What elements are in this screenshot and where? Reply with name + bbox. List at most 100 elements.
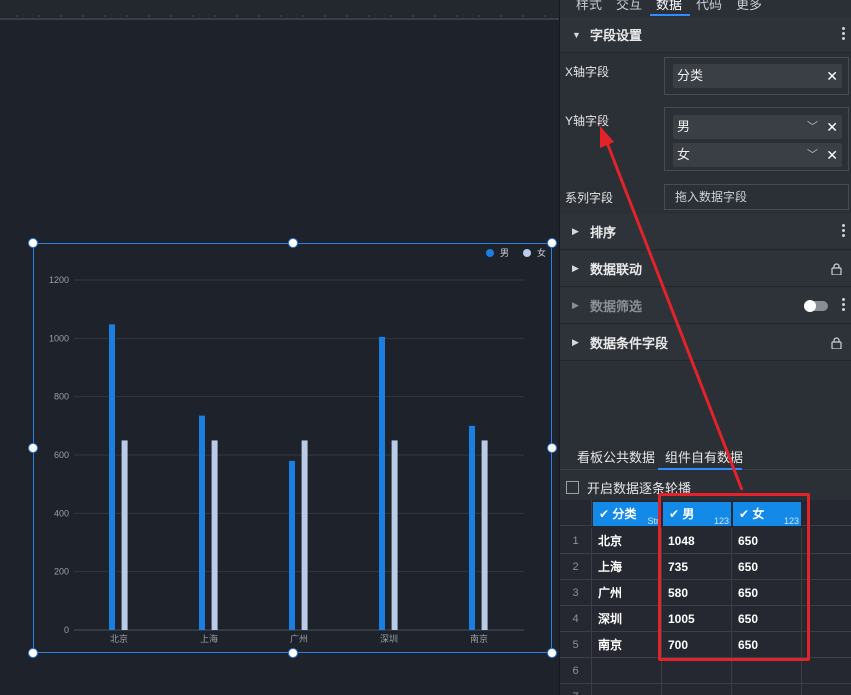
highlight-box bbox=[658, 493, 810, 661]
legend-label: 男 bbox=[500, 248, 509, 258]
y-field-value: 男 bbox=[677, 119, 691, 134]
panel-tabs: 样式 交互 数据 代码 更多 bbox=[560, 0, 851, 17]
caret-down-icon: ▼ bbox=[572, 29, 581, 40]
resize-handle-top[interactable] bbox=[288, 238, 298, 248]
table-cell[interactable]: 广州 bbox=[592, 580, 662, 606]
table-corner bbox=[560, 500, 592, 526]
more-options-icon[interactable] bbox=[842, 27, 846, 43]
table-cell[interactable] bbox=[732, 684, 802, 695]
x-axis-field-tag[interactable]: 分类 ✕ bbox=[673, 64, 842, 88]
y-axis-field-tag-male[interactable]: 男 ﹀ ✕ bbox=[673, 115, 842, 139]
resize-handle-top-right[interactable] bbox=[547, 238, 557, 248]
table-cell[interactable] bbox=[802, 684, 851, 695]
row-number: 6 bbox=[560, 658, 592, 684]
caret-right-icon: ▶ bbox=[572, 300, 579, 310]
x-axis-field-label: X轴字段 bbox=[565, 65, 610, 79]
section-title: 字段设置 bbox=[590, 28, 643, 43]
section-title: 排序 bbox=[590, 225, 617, 240]
lock-icon bbox=[831, 337, 842, 349]
header-name: 分类 bbox=[612, 507, 637, 521]
resize-handle-bottom-left[interactable] bbox=[28, 648, 38, 658]
bar-chart-component[interactable]: 0 200 400 600 800 1000 1200 北京 上海 广州 深圳 南京 男 女 bbox=[33, 243, 552, 653]
bar-female bbox=[301, 440, 308, 630]
more-options-icon[interactable] bbox=[842, 298, 846, 314]
resize-handle-bottom[interactable] bbox=[288, 648, 298, 658]
resize-handle-left[interactable] bbox=[28, 443, 38, 453]
bar-male bbox=[289, 460, 295, 630]
table-cell[interactable] bbox=[732, 658, 802, 684]
caret-right-icon: ▶ bbox=[572, 226, 579, 236]
tab-board-public-data[interactable]: 看板公共数据 bbox=[577, 447, 655, 466]
table-cell[interactable] bbox=[662, 658, 732, 684]
tab-interaction[interactable]: 交互 bbox=[616, 0, 642, 13]
table-cell[interactable] bbox=[662, 684, 732, 695]
section-data-linkage[interactable]: ▶ 数据联动 bbox=[560, 251, 851, 287]
table-cell[interactable]: 南京 bbox=[592, 632, 662, 658]
chevron-down-icon[interactable]: ﹀ bbox=[807, 115, 818, 139]
section-data-filter[interactable]: ▶ 数据筛选 bbox=[560, 288, 851, 324]
tab-data[interactable]: 数据 bbox=[656, 0, 682, 13]
series-field-dropzone[interactable]: 拖入数据字段 bbox=[664, 184, 849, 210]
active-tab-indicator bbox=[650, 14, 690, 16]
resize-handle-right[interactable] bbox=[547, 443, 557, 453]
y-tick-label: 1200 bbox=[49, 275, 69, 285]
data-filter-toggle[interactable] bbox=[804, 300, 828, 312]
table-cell[interactable]: 上海 bbox=[592, 554, 662, 580]
more-options-icon[interactable] bbox=[842, 224, 846, 240]
active-subtab-indicator bbox=[658, 468, 742, 470]
y-tick-label: 200 bbox=[54, 567, 69, 577]
table-cell[interactable] bbox=[802, 658, 851, 684]
section-field-settings[interactable]: ▼ 字段设置 bbox=[560, 17, 851, 53]
section-title: 数据筛选 bbox=[590, 299, 643, 314]
x-axis-field-dropzone[interactable]: 分类 ✕ bbox=[664, 57, 849, 95]
tab-more[interactable]: 更多 bbox=[736, 0, 762, 13]
y-axis-field-dropzone[interactable]: 男 ﹀ ✕ 女 ﹀ ✕ bbox=[664, 107, 849, 171]
x-axis-field-value: 分类 bbox=[677, 68, 704, 83]
table-header-0[interactable]: ✔ 分类 Str bbox=[593, 502, 661, 526]
lock-icon bbox=[831, 263, 842, 275]
x-tick-label: 北京 bbox=[110, 633, 128, 644]
y-tick-label: 0 bbox=[64, 625, 69, 635]
legend-marker bbox=[523, 249, 531, 257]
caret-right-icon: ▶ bbox=[572, 337, 579, 347]
series-field-label: 系列字段 bbox=[565, 191, 614, 205]
resize-handle-bottom-right[interactable] bbox=[547, 648, 557, 658]
y-axis-field-tag-female[interactable]: 女 ﹀ ✕ bbox=[673, 143, 842, 167]
row-number: 5 bbox=[560, 632, 592, 658]
bar-male bbox=[199, 415, 205, 630]
row-number: 7 bbox=[560, 684, 592, 695]
bar-male bbox=[109, 324, 115, 630]
table-cell[interactable]: 北京 bbox=[592, 528, 662, 554]
tab-code[interactable]: 代码 bbox=[696, 0, 722, 13]
row-number: 2 bbox=[560, 554, 592, 580]
y-tick-label: 600 bbox=[54, 450, 69, 460]
carousel-checkbox[interactable] bbox=[566, 480, 579, 494]
y-tick-label: 1000 bbox=[49, 333, 69, 343]
caret-right-icon: ▶ bbox=[572, 263, 579, 273]
chevron-down-icon[interactable]: ﹀ bbox=[807, 143, 818, 167]
y-tick-label: 400 bbox=[54, 508, 69, 518]
x-tick-label: 南京 bbox=[470, 633, 488, 644]
bar-female bbox=[481, 440, 488, 630]
resize-handle-top-left[interactable] bbox=[28, 238, 38, 248]
section-title: 数据联动 bbox=[590, 262, 643, 277]
tab-component-own-data[interactable]: 组件自有数据 bbox=[665, 447, 743, 466]
x-tick-label: 广州 bbox=[290, 633, 308, 644]
section-sort[interactable]: ▶ 排序 bbox=[560, 214, 851, 250]
row-number: 1 bbox=[560, 528, 592, 554]
tab-style[interactable]: 样式 bbox=[576, 0, 602, 13]
row-number: 3 bbox=[560, 580, 592, 606]
section-title: 数据条件字段 bbox=[590, 336, 669, 351]
bar-female bbox=[121, 440, 128, 630]
bar-male bbox=[379, 336, 385, 630]
remove-icon[interactable]: ✕ bbox=[826, 64, 838, 88]
table-cell[interactable]: 深圳 bbox=[592, 606, 662, 632]
section-data-condition-field[interactable]: ▶ 数据条件字段 bbox=[560, 325, 851, 361]
bar-female bbox=[391, 440, 398, 630]
table-cell[interactable] bbox=[592, 658, 662, 684]
table-cell[interactable] bbox=[592, 684, 662, 695]
x-tick-label: 深圳 bbox=[380, 634, 398, 644]
bar-female bbox=[211, 440, 218, 630]
remove-icon[interactable]: ✕ bbox=[826, 143, 838, 167]
remove-icon[interactable]: ✕ bbox=[826, 115, 838, 139]
